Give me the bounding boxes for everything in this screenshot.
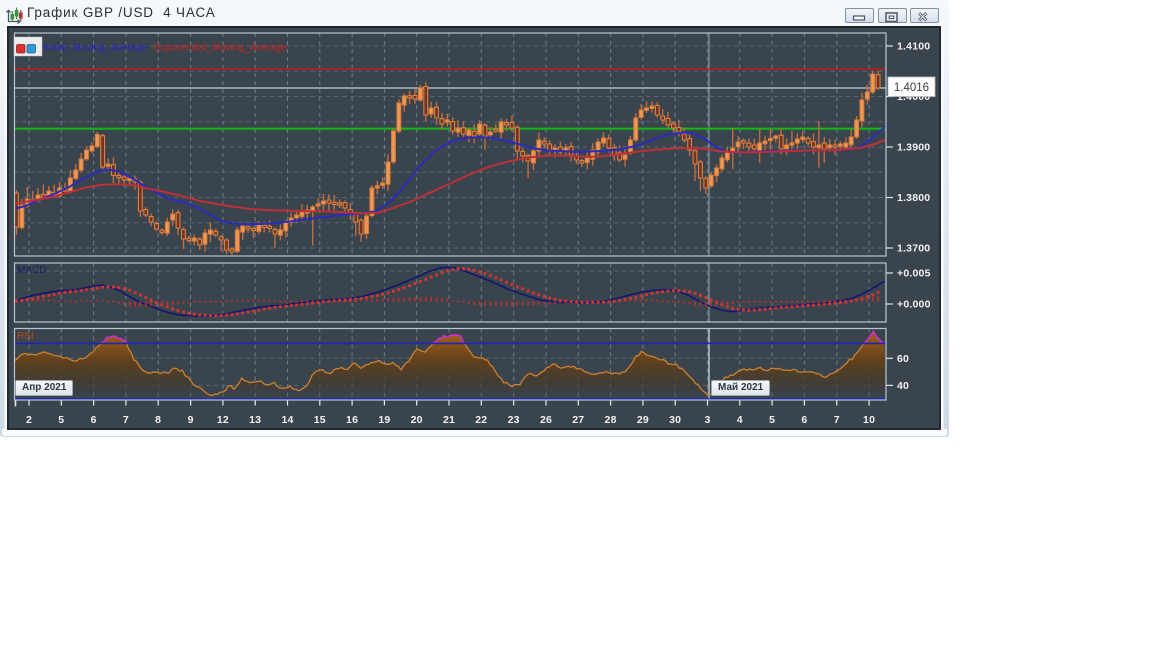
svg-text:5: 5	[58, 414, 64, 426]
svg-text:5: 5	[769, 414, 775, 426]
svg-text:MACD: MACD	[17, 265, 46, 276]
svg-text:21: 21	[443, 414, 455, 426]
svg-text:29: 29	[637, 414, 649, 426]
svg-text:2: 2	[26, 414, 32, 426]
svg-text:3: 3	[704, 414, 710, 426]
svg-text:1.3700: 1.3700	[897, 243, 930, 255]
svg-text:27: 27	[572, 414, 584, 426]
svg-text:8: 8	[155, 414, 161, 426]
svg-text:19: 19	[378, 414, 390, 426]
svg-text:15: 15	[314, 414, 326, 426]
svg-text:Exponential_Moving_Average: Exponential_Moving_Average	[154, 43, 287, 54]
svg-text:13: 13	[249, 414, 261, 426]
svg-text:1.3900: 1.3900	[897, 142, 930, 154]
svg-text:28: 28	[605, 414, 617, 426]
svg-text:40: 40	[897, 380, 909, 392]
svg-text:ential_Moving_Average: ential_Moving_Average	[43, 43, 148, 54]
svg-text:23: 23	[508, 414, 520, 426]
svg-text:14: 14	[281, 414, 293, 426]
svg-text:6: 6	[91, 414, 97, 426]
svg-text:10: 10	[863, 414, 875, 426]
svg-text:12: 12	[217, 414, 229, 426]
svg-text:RSI: RSI	[17, 331, 34, 342]
svg-text:60: 60	[897, 353, 909, 365]
svg-text:1.3800: 1.3800	[897, 192, 930, 204]
svg-text:30: 30	[669, 414, 681, 426]
svg-text:4: 4	[737, 414, 743, 426]
svg-text:1.4016: 1.4016	[894, 82, 929, 94]
svg-text:1.4100: 1.4100	[897, 41, 930, 53]
svg-text:+0.005: +0.005	[897, 268, 931, 280]
svg-text:6: 6	[801, 414, 807, 426]
svg-text:16: 16	[346, 414, 358, 426]
svg-text:20: 20	[411, 414, 423, 426]
svg-text:22: 22	[475, 414, 487, 426]
svg-text:7: 7	[123, 414, 129, 426]
svg-text:9: 9	[188, 414, 194, 426]
svg-text:+0.000: +0.000	[897, 299, 931, 311]
svg-text:26: 26	[540, 414, 552, 426]
svg-text:7: 7	[834, 414, 840, 426]
